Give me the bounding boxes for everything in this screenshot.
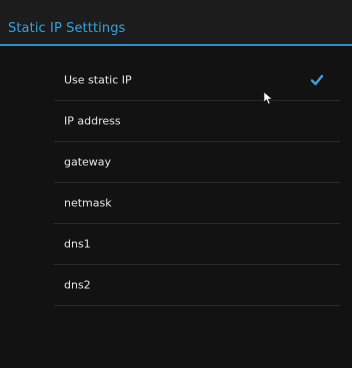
setting-use-static-ip[interactable]: Use static IP: [54, 60, 340, 101]
setting-netmask[interactable]: netmask: [54, 183, 340, 224]
mouse-pointer-icon: [263, 91, 273, 105]
settings-list: Use static IP IP address gateway netmask…: [0, 60, 352, 306]
setting-ip-address[interactable]: IP address: [54, 101, 340, 142]
setting-label: IP address: [64, 114, 121, 128]
title-bar: Static IP Setttings: [0, 0, 352, 46]
setting-label: Use static IP: [64, 73, 132, 87]
setting-label: netmask: [64, 196, 112, 210]
setting-label: dns2: [64, 278, 91, 292]
static-ip-settings-screen: Static IP Setttings Use static IP IP add…: [0, 0, 352, 368]
setting-dns2[interactable]: dns2: [54, 265, 340, 306]
setting-label: dns1: [64, 237, 91, 251]
page-title: Static IP Setttings: [8, 21, 126, 36]
setting-gateway[interactable]: gateway: [54, 142, 340, 183]
setting-dns1[interactable]: dns1: [54, 224, 340, 265]
setting-label: gateway: [64, 155, 112, 169]
checkmark-icon[interactable]: [310, 73, 324, 87]
